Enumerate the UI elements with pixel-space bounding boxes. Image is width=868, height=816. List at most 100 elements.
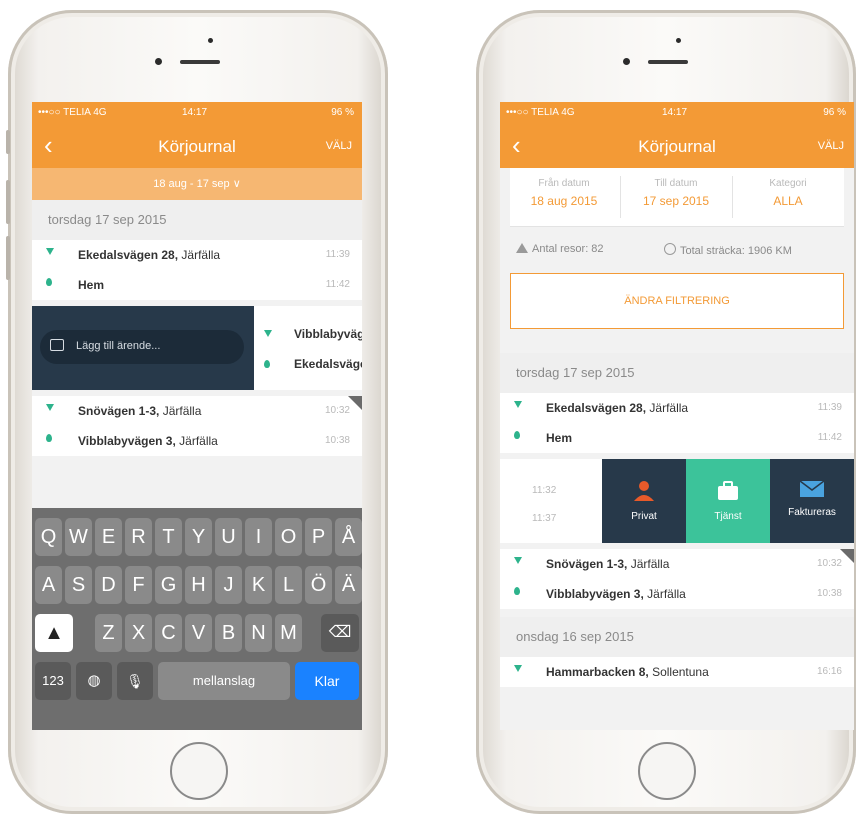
- key-a-ring[interactable]: Å: [335, 518, 362, 556]
- from-date-filter[interactable]: Från datum 18 aug 2015: [510, 178, 618, 208]
- status-bar: •••○○ TELIA 4G 14:17 96 %: [32, 102, 362, 124]
- trip-time: 10:38: [816, 588, 842, 599]
- filter-value: ALLA: [773, 194, 803, 208]
- key-g[interactable]: G: [155, 566, 182, 604]
- key-r[interactable]: R: [125, 518, 152, 556]
- key-a[interactable]: A: [35, 566, 62, 604]
- key-v[interactable]: V: [185, 614, 212, 652]
- key-i[interactable]: I: [245, 518, 272, 556]
- trip-address: Hammarbacken 8,: [546, 665, 649, 679]
- filter-value: 17 sep 2015: [642, 194, 710, 208]
- trip-time: 10:32: [816, 558, 842, 569]
- key-s[interactable]: S: [65, 566, 92, 604]
- end-pin-icon: [46, 434, 52, 442]
- key-d[interactable]: D: [95, 566, 122, 604]
- trip-row[interactable]: Hem 11:42: [32, 270, 362, 300]
- nav-bar: ‹ Körjournal VÄLJ: [500, 124, 854, 168]
- key-p[interactable]: P: [305, 518, 332, 556]
- globe-icon[interactable]: ◍: [76, 662, 112, 700]
- trip-stats: Antal resor: 82 Total sträcka: 1906 KM: [500, 227, 854, 273]
- shift-icon[interactable]: ▲: [35, 614, 73, 652]
- trip-city: Järfälla: [159, 404, 202, 418]
- trip-row[interactable]: Hem 11:42: [500, 423, 854, 453]
- trip-time: 10:32: [324, 405, 350, 416]
- screen-left: •••○○ TELIA 4G 14:17 96 % ‹ Körjournal V…: [32, 102, 362, 730]
- day-header: torsdag 17 sep 2015: [32, 200, 362, 240]
- key-m[interactable]: M: [275, 614, 302, 652]
- swiped-trip-row[interactable]: Lägg till ärende... Vibblabyväg Ekedalsv…: [32, 306, 362, 390]
- key-z[interactable]: Z: [95, 614, 122, 652]
- camera-icon: [623, 58, 630, 65]
- select-button[interactable]: VÄLJ: [818, 140, 844, 152]
- key-n[interactable]: N: [245, 614, 272, 652]
- action-label: Faktureras: [788, 507, 836, 518]
- private-action-button[interactable]: Privat: [602, 459, 686, 543]
- speaker-grille: [648, 60, 688, 64]
- trip-row[interactable]: Snövägen 1-3, Järfälla 10:32: [32, 396, 362, 426]
- trip-time: 11:32: [532, 485, 557, 496]
- end-pin-icon: [514, 431, 520, 439]
- business-action-button[interactable]: Tjänst: [686, 459, 770, 543]
- keyboard-row-2: A S D F G H J K L Ö Ä: [32, 566, 362, 604]
- page-title: Körjournal: [638, 137, 716, 156]
- trip-row[interactable]: Vibblabyvägen 3, Järfälla 10:38: [500, 579, 854, 609]
- key-k[interactable]: K: [245, 566, 272, 604]
- swiped-trip-row[interactable]: 11:32 11:37 Privat Tjänst Faktureras: [500, 459, 854, 543]
- key-c[interactable]: C: [155, 614, 182, 652]
- key-b[interactable]: B: [215, 614, 242, 652]
- trip-row[interactable]: Vibblabyvägen 3, Järfälla 10:38: [32, 426, 362, 456]
- status-bar: •••○○ TELIA 4G 14:17 96 %: [500, 102, 854, 124]
- key-f[interactable]: F: [125, 566, 152, 604]
- trip-row[interactable]: Ekedalsvägen 28, Järfälla 11:39: [500, 393, 854, 423]
- category-corner-icon: [348, 396, 362, 410]
- mute-switch: [6, 130, 10, 154]
- action-label: Privat: [631, 511, 657, 522]
- backspace-icon[interactable]: ⌫: [321, 614, 359, 652]
- key-w[interactable]: W: [65, 518, 92, 556]
- date-range-selector[interactable]: 18 aug - 17 sep ∨: [32, 168, 362, 200]
- keyboard-row-3: ▲ Z X C V B N M ⌫: [32, 614, 362, 652]
- key-y[interactable]: Y: [185, 518, 212, 556]
- key-o[interactable]: O: [275, 518, 302, 556]
- start-pin-icon: [46, 248, 54, 255]
- comment-input[interactable]: Lägg till ärende...: [40, 330, 244, 364]
- key-l[interactable]: L: [275, 566, 302, 604]
- home-button[interactable]: [638, 742, 696, 800]
- trip-address: Hem: [546, 431, 573, 445]
- trip-row[interactable]: Ekedalsvägen 28, Järfälla 11:39: [32, 240, 362, 270]
- keyboard-row-4: 123 ◍ 🎙 mellanslag Klar: [32, 662, 362, 700]
- done-key[interactable]: Klar: [295, 662, 359, 700]
- key-q[interactable]: Q: [35, 518, 62, 556]
- clock-label: 14:17: [662, 107, 688, 118]
- key-o-umlaut[interactable]: Ö: [305, 566, 332, 604]
- start-pin-icon: [514, 665, 522, 672]
- trip-time: 11:39: [817, 402, 842, 413]
- home-button[interactable]: [170, 742, 228, 800]
- trip-address: Ekedalsvägen 28,: [78, 248, 179, 262]
- select-button[interactable]: VÄLJ: [326, 140, 352, 152]
- key-x[interactable]: X: [125, 614, 152, 652]
- battery-label: 96 %: [823, 107, 846, 118]
- filter-value: 18 aug 2015: [530, 194, 598, 208]
- camera-icon: [155, 58, 162, 65]
- change-filter-button[interactable]: ÄNDRA FILTRERING: [510, 273, 844, 329]
- numbers-key[interactable]: 123: [35, 662, 71, 700]
- key-j[interactable]: J: [215, 566, 242, 604]
- key-e[interactable]: E: [95, 518, 122, 556]
- comment-placeholder: Lägg till ärende...: [76, 340, 161, 352]
- space-key[interactable]: mellanslag: [158, 662, 290, 700]
- microphone-icon[interactable]: 🎙: [117, 662, 153, 700]
- trip-row[interactable]: Hammarbacken 8, Sollentuna 16:16: [500, 657, 854, 687]
- key-t[interactable]: T: [155, 518, 182, 556]
- category-filter[interactable]: Kategori ALLA: [734, 178, 842, 208]
- key-a-umlaut[interactable]: Ä: [335, 566, 362, 604]
- trip-address: Ekedalsvägen 28,: [546, 401, 647, 415]
- trip-row[interactable]: Snövägen 1-3, Järfälla 10:32: [500, 549, 854, 579]
- key-h[interactable]: H: [185, 566, 212, 604]
- trip-city: Järfälla: [643, 587, 686, 601]
- invoice-action-button[interactable]: Faktureras: [770, 459, 854, 543]
- trip-time: 16:16: [816, 666, 842, 677]
- to-date-filter[interactable]: Till datum 17 sep 2015: [622, 178, 730, 208]
- trip-city: Järfälla: [627, 557, 670, 571]
- key-u[interactable]: U: [215, 518, 242, 556]
